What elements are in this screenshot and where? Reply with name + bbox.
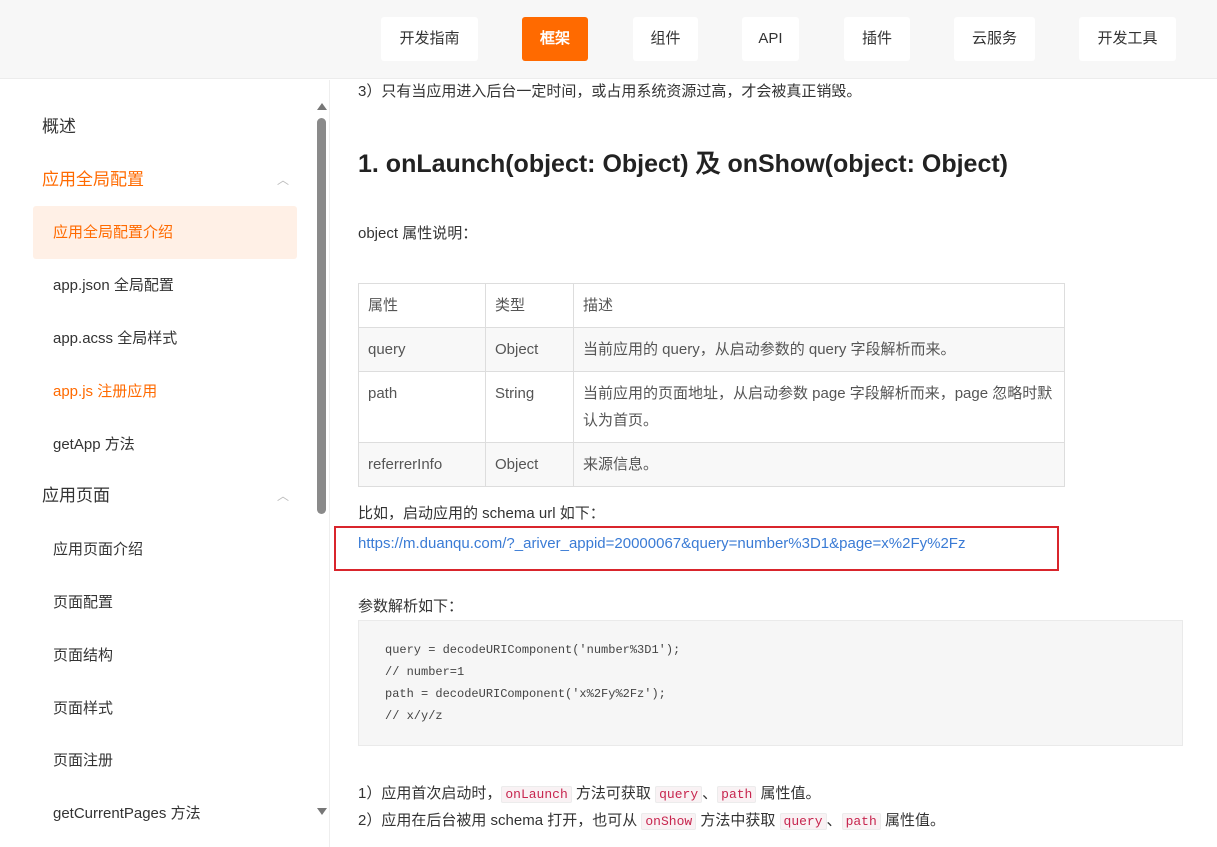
note-text: 方法中获取 [696, 812, 780, 829]
note-line-1: 1）应用首次启动时， onLaunch 方法可获取 query、 path 属性值。 [358, 782, 821, 803]
note-line-2: 2）应用在后台被用 schema 打开，也可从 onShow 方法中获取 que… [358, 809, 945, 830]
note-text: 2）应用在后台被用 schema 打开，也可从 [358, 812, 642, 829]
table-cell: 当前应用的页面地址，从启动参数 page 字段解析而来，page 忽略时默认为首… [573, 371, 1065, 443]
note-text: 属性值。 [756, 785, 821, 802]
code-line: query = decodeURIComponent('number%3D1')… [385, 643, 681, 657]
chevron-up-icon: ︿ [276, 173, 289, 187]
inline-code: query [655, 786, 703, 803]
sidebar-group-label: 应用页面 [42, 486, 110, 505]
table-header: 类型 [485, 283, 574, 328]
sidebar-item-page-config[interactable]: 页面配置 [33, 576, 297, 629]
tab-plugins[interactable]: 插件 [844, 17, 910, 61]
note-text: 1）应用首次启动时， [358, 785, 502, 802]
top-nav: 开发指南 框架 组件 API 插件 云服务 开发工具 [0, 0, 1217, 79]
scroll-up-arrow-icon[interactable] [317, 103, 327, 110]
tab-cloud-service[interactable]: 云服务 [954, 17, 1035, 61]
sidebar-item-app-acss[interactable]: app.acss 全局样式 [33, 312, 297, 365]
sidebar-scrollbar-thumb[interactable] [317, 118, 326, 514]
sidebar-item-page-style[interactable]: 页面样式 [33, 682, 297, 735]
table-row: query Object 当前应用的 query，从启动参数的 query 字段… [358, 327, 1065, 372]
sidebar-item-page-intro[interactable]: 应用页面介绍 [33, 523, 297, 576]
note-text: 方法可获取 [571, 785, 656, 802]
sidebar-group-label: 应用全局配置 [42, 170, 144, 189]
note-text: 、 [702, 785, 718, 802]
table-cell: path [358, 371, 486, 443]
sidebar-item-app-js[interactable]: app.js 注册应用 [33, 365, 297, 418]
sidebar-item-app-json[interactable]: app.json 全局配置 [33, 259, 297, 312]
sidebar-group-pages[interactable]: 应用页面 ︿ [42, 476, 297, 516]
inline-code: onShow [641, 813, 697, 830]
table-header-row: 属性 类型 描述 [358, 283, 1065, 328]
inline-code: onLaunch [501, 786, 572, 803]
table-cell: Object [485, 442, 574, 487]
tab-framework[interactable]: 框架 [522, 17, 588, 61]
code-line: // x/y/z [385, 709, 443, 723]
table-cell: String [485, 371, 574, 443]
table-header: 描述 [573, 283, 1065, 328]
props-table: 属性 类型 描述 query Object 当前应用的 query，从启动参数的… [358, 283, 1065, 487]
table-cell: Object [485, 327, 574, 372]
sidebar-item-page-structure[interactable]: 页面结构 [33, 629, 297, 682]
note-text: 、 [826, 812, 842, 829]
code-block: query = decodeURIComponent('number%3D1')… [358, 620, 1183, 746]
table-cell: query [358, 327, 486, 372]
tab-components[interactable]: 组件 [633, 17, 698, 61]
sidebar-item-app-config-intro[interactable]: 应用全局配置介绍 [33, 206, 297, 259]
intro-line: 3）只有当应用进入后台一定时间，或占用系统资源过高，才会被真正销毁。 [358, 83, 862, 100]
main-content: 3）只有当应用进入后台一定时间，或占用系统资源过高，才会被真正销毁。 1. on… [331, 80, 1217, 847]
sidebar-group-app-config[interactable]: 应用全局配置 ︿ [42, 160, 297, 200]
table-cell: referrerInfo [358, 442, 486, 487]
section-heading: 1. onLaunch(object: Object) 及 onShow(obj… [358, 150, 1009, 178]
sidebar-item-getcurrentpages[interactable]: getCurrentPages 方法 [33, 787, 297, 840]
code-line: // number=1 [385, 665, 465, 679]
sidebar-item-overview[interactable]: 概述 [42, 107, 297, 147]
schema-url-link[interactable]: https://m.duanqu.com/?_ariver_appid=2000… [358, 535, 965, 552]
table-row: path String 当前应用的页面地址，从启动参数 page 字段解析而来，… [358, 371, 1065, 443]
tab-dev-tools[interactable]: 开发工具 [1079, 17, 1176, 61]
table-row: referrerInfo Object 来源信息。 [358, 442, 1065, 487]
inline-code: path [717, 786, 757, 803]
table-header: 属性 [358, 283, 486, 328]
code-line: path = decodeURIComponent('x%2Fy%2Fz'); [385, 687, 666, 701]
inline-code: query [779, 813, 827, 830]
parse-caption: 参数解析如下： [358, 598, 464, 615]
props-caption: object 属性说明： [358, 225, 478, 242]
tab-api[interactable]: API [742, 17, 799, 61]
note-text: 属性值。 [880, 812, 945, 829]
example-caption: 比如，启动应用的 schema url 如下： [358, 505, 605, 522]
sidebar-item-page-register[interactable]: 页面注册 [33, 734, 297, 787]
tab-dev-guide[interactable]: 开发指南 [381, 17, 478, 61]
scroll-down-arrow-icon[interactable] [317, 808, 327, 815]
table-cell: 来源信息。 [573, 442, 1065, 487]
sidebar: 概述 应用全局配置 ︿ 应用全局配置介绍 app.json 全局配置 app.a… [0, 80, 330, 847]
sidebar-item-getapp[interactable]: getApp 方法 [33, 418, 297, 471]
inline-code: path [841, 813, 881, 830]
chevron-up-icon: ︿ [276, 489, 289, 503]
table-cell: 当前应用的 query，从启动参数的 query 字段解析而来。 [573, 327, 1065, 372]
